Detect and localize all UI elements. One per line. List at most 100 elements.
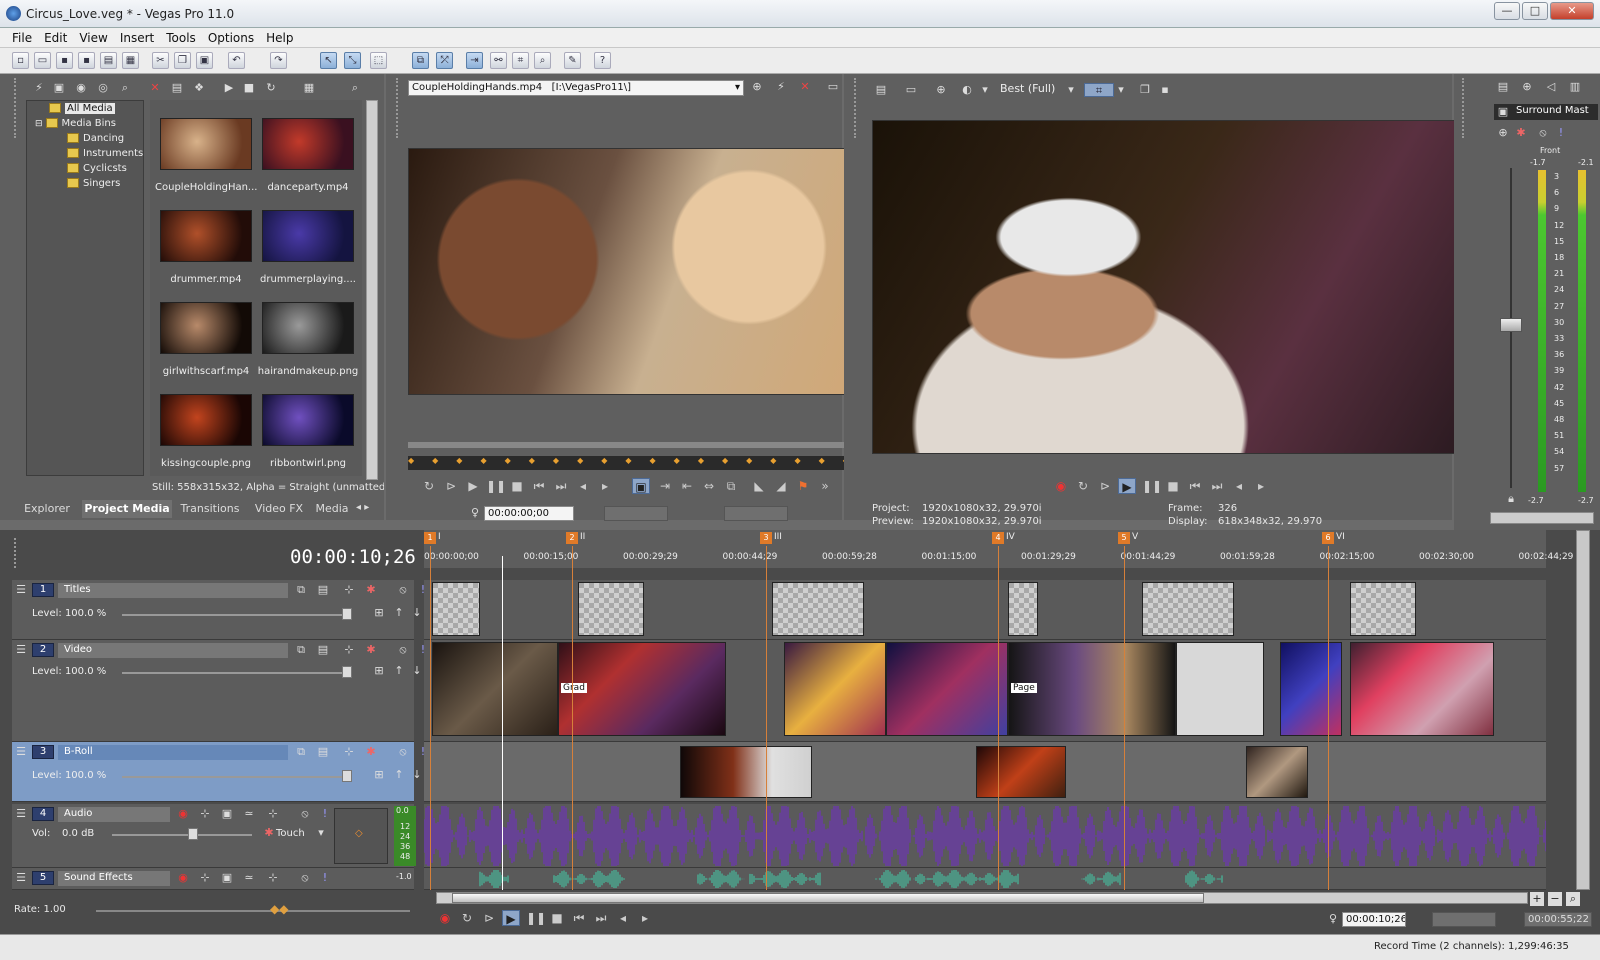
composite-icon[interactable]: ⊞ (372, 768, 386, 782)
selection-length-field[interactable]: 00:00:55;22 (1524, 912, 1592, 927)
automation-icon[interactable]: ✱ (262, 826, 276, 840)
menu-tools[interactable]: Tools (160, 28, 202, 45)
online-help-icon[interactable]: ✎ (564, 52, 581, 69)
level-slider[interactable] (122, 614, 352, 616)
fit-to-fill-icon[interactable]: ⇔ (700, 478, 718, 494)
timeline-vertical-scrollbar[interactable] (1576, 530, 1590, 890)
volume-slider-knob[interactable] (188, 828, 198, 840)
mixer-properties-icon[interactable]: ▤ (1496, 80, 1510, 94)
close-button[interactable]: ✕ (1550, 2, 1594, 20)
stop-icon[interactable]: ■ (548, 910, 566, 926)
save-snapshot-icon[interactable]: ▪ (1158, 83, 1172, 97)
get-media-web-icon[interactable]: ◉ (74, 81, 88, 95)
play-icon[interactable]: ▶ (464, 478, 482, 494)
play-media-icon[interactable]: ▶ (222, 81, 236, 95)
stop-icon[interactable]: ■ (1164, 478, 1182, 494)
split-screen-icon[interactable]: ◐ (960, 83, 974, 97)
render-icon[interactable]: ▤ (100, 52, 117, 69)
pause-icon[interactable]: ❚❚ (1142, 478, 1162, 494)
ripple-edit-icon[interactable]: ⇥ (466, 52, 483, 69)
marker-5[interactable]: 5 (1118, 532, 1130, 544)
undo-icon[interactable]: ↶ (228, 52, 245, 69)
panel-grip[interactable] (14, 78, 20, 138)
trimmer-timeline-bar[interactable] (408, 442, 846, 448)
media-thumbnail[interactable] (262, 394, 354, 446)
track-expand-icon[interactable]: ☰ (14, 871, 28, 885)
audio-waveform[interactable] (424, 806, 1546, 866)
video-clip[interactable] (886, 642, 1008, 736)
lock-envelopes-icon[interactable]: ⚯ (490, 52, 507, 69)
stop-icon[interactable]: ■ (508, 478, 526, 494)
media-fx-icon[interactable]: ❖ (192, 81, 206, 95)
tree-item-instruments[interactable]: Instruments (67, 148, 143, 163)
loop-icon[interactable]: ↻ (458, 910, 476, 926)
track-header-audio[interactable]: ☰ 4 Audio ◉ ⊹ ▣ ≃ ⊹ ⦸ ! Vol: 0.0 dB ✱ To… (12, 804, 416, 868)
trimmer-in-field[interactable] (604, 506, 668, 521)
panel-grip[interactable] (1462, 78, 1468, 138)
search-media-icon[interactable]: ⌕ (118, 81, 132, 95)
track-header-titles[interactable]: ☰ 1 Titles ⧉ ▤ ⊹ ✱ ⦸ ! Level: 100.0 % ⊞ … (12, 580, 425, 640)
level-slider-knob[interactable] (342, 770, 352, 782)
mute-icon[interactable]: ⦸ (396, 643, 410, 657)
level-slider[interactable] (122, 776, 352, 778)
video-output-fx-icon[interactable]: ⊕ (934, 83, 948, 97)
get-photo-icon[interactable]: ◎ (96, 81, 110, 95)
chevron-down-icon[interactable]: ▾ (1064, 83, 1078, 97)
level-slider[interactable] (122, 672, 352, 674)
auto-crossfade-icon[interactable]: ⤱ (436, 52, 453, 69)
redo-icon[interactable]: ↷ (270, 52, 287, 69)
media-thumbnail[interactable] (262, 302, 354, 354)
mute-icon[interactable]: ⦸ (298, 871, 312, 885)
make-compositing-child-icon[interactable]: ▤ (316, 745, 330, 759)
mute-icon[interactable]: ⦸ (298, 807, 312, 821)
capture-video-icon[interactable]: ▣ (52, 81, 66, 95)
video-clip[interactable] (432, 642, 558, 736)
media-thumbnail[interactable] (160, 302, 252, 354)
panner-point-icon[interactable]: ◇ (355, 828, 365, 839)
video-preview-frame[interactable] (872, 120, 1466, 454)
b-roll-clip[interactable] (976, 746, 1066, 798)
whats-this-help-icon[interactable]: ? (594, 52, 611, 69)
media-thumbnail[interactable] (160, 210, 252, 262)
master-fader-knob[interactable] (1500, 318, 1522, 332)
composite-icon[interactable]: ⊞ (372, 606, 386, 620)
track-expand-icon[interactable]: ☰ (14, 745, 28, 759)
bus-arm-icon[interactable]: ! (1554, 126, 1568, 140)
play-icon[interactable]: ▶ (1118, 478, 1136, 494)
envelope-icon[interactable]: ≃ (242, 871, 256, 885)
marker-6[interactable]: 6 (1322, 532, 1334, 544)
child-icon[interactable]: ↓ (410, 768, 424, 782)
track-fx-icon[interactable]: ⊹ (198, 871, 212, 885)
parent-icon[interactable]: ↑ (392, 768, 406, 782)
next-frame-icon[interactable]: ▸ (636, 910, 654, 926)
tab-explorer[interactable]: Explorer (12, 500, 82, 518)
volume-slider[interactable] (112, 834, 252, 836)
title-clip[interactable] (772, 582, 864, 636)
title-clip[interactable] (1142, 582, 1234, 636)
tree-item-media-bins[interactable]: ⊟ Media Bins (35, 118, 116, 133)
trimmer-length-field[interactable] (724, 506, 788, 521)
rate-slider[interactable] (96, 910, 410, 912)
track-name[interactable]: B-Roll (58, 745, 288, 760)
selection-tool-icon[interactable]: ⬚ (370, 52, 387, 69)
paste-icon[interactable]: ▣ (196, 52, 213, 69)
make-compositing-child-icon[interactable]: ▤ (316, 643, 330, 657)
zoom-out-icon[interactable]: − (1548, 892, 1562, 906)
mute-icon[interactable]: ⦸ (396, 745, 410, 759)
video-clip[interactable]: Page (1008, 642, 1176, 736)
play-from-start-icon[interactable]: ⊳ (1096, 478, 1114, 494)
arm-for-record-icon[interactable]: ◉ (176, 871, 190, 885)
tree-item-all-media[interactable]: All Media (49, 103, 115, 118)
composite-icon[interactable]: ⊞ (372, 664, 386, 678)
cut-icon[interactable]: ✂ (152, 52, 169, 69)
automation-mode[interactable]: Touch (276, 828, 305, 839)
marker-3[interactable]: 3 (760, 532, 772, 544)
new-icon[interactable]: ▫ (12, 52, 29, 69)
add-to-timeline-icon[interactable]: ⊕ (750, 80, 764, 94)
remove-media-icon[interactable]: ✕ (148, 81, 162, 95)
menu-insert[interactable]: Insert (114, 28, 160, 45)
import-media-icon[interactable]: ⚡ (32, 81, 46, 95)
selection-start-field[interactable] (1432, 912, 1496, 927)
timeline-scroll-thumb[interactable] (452, 893, 1204, 903)
envelope-tool-icon[interactable]: ⤡ (344, 52, 361, 69)
